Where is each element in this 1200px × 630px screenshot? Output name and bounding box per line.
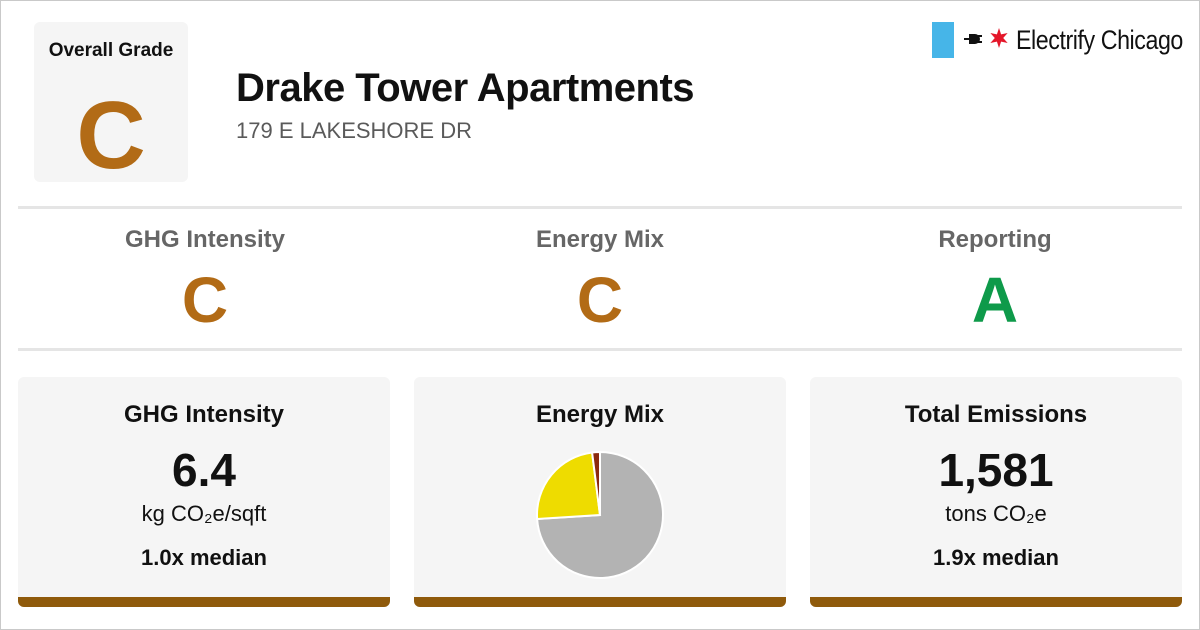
ghg-intensity-card-title: GHG Intensity [123,401,285,428]
total-emissions-card-title: Total Emissions [904,401,1088,428]
total-emissions-median: 1.9x median [933,545,1059,570]
ghg-intensity-value: 6.4 [172,444,236,496]
accent-bar [414,597,786,607]
divider [18,348,1182,351]
flag-stripe-icon [932,22,954,58]
energy-mix-grade-value: C [576,264,624,336]
reporting-grade-label: Reporting [938,226,1052,253]
overall-grade-box: Overall Grade C [34,22,188,189]
ghg-intensity-grade: GHG Intensity C [15,226,395,332]
reporting-grade-value: A [971,264,1019,336]
energy-mix-card-title: Energy Mix [535,401,665,428]
ghg-intensity-grade-value: C [181,264,229,336]
building-address: 179 E LAKESHORE DR [236,118,472,143]
accent-bar [18,597,390,607]
ghg-intensity-unit: kg CO₂e/sqft [141,501,267,526]
total-emissions-value: 1,581 [938,444,1054,496]
total-emissions-unit: tons CO₂e [945,501,1047,526]
energy-mix-pie-chart [536,450,664,579]
electrify-chicago-logo[interactable]: Electrify Chicago [932,22,1200,58]
accent-bar [810,597,1182,607]
pie-slice-1 [536,451,602,521]
chicago-star-icon [988,27,1010,53]
energy-mix-grade: Energy Mix C [410,226,790,332]
reporting-grade: Reporting A [805,226,1185,332]
ghg-intensity-median: 1.0x median [141,545,267,570]
energy-mix-card: Energy Mix [414,377,786,607]
plug-icon [964,30,982,51]
ghg-intensity-card: GHG Intensity 6.4 kg CO₂e/sqft 1.0x medi… [18,377,390,607]
overall-grade-label: Overall Grade [48,40,174,61]
energy-mix-grade-label: Energy Mix [535,226,665,253]
building-name: Drake Tower Apartments [236,66,695,110]
total-emissions-card: Total Emissions 1,581 tons CO₂e 1.9x med… [810,377,1182,607]
divider [18,206,1182,209]
logo-text: Electrify Chicago [1016,24,1183,55]
overall-grade-value: C [76,82,146,189]
ghg-intensity-grade-label: GHG Intensity [124,226,286,253]
